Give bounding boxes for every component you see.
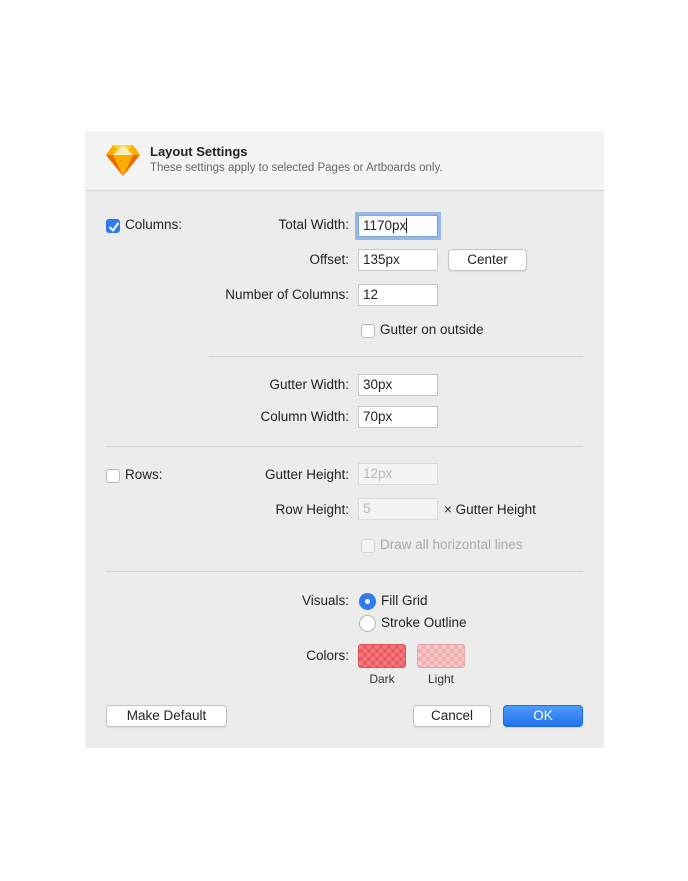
dark-color-label: Dark	[369, 672, 395, 686]
gutter-width-label: Gutter Width:	[269, 377, 349, 392]
gutter-outside-checkbox[interactable]	[361, 324, 375, 338]
row-height-suffix: × Gutter Height	[444, 502, 536, 517]
rows-label: Rows:	[125, 467, 163, 482]
dialog-subtitle: These settings apply to selected Pages o…	[150, 162, 443, 174]
dark-color-swatch[interactable]	[358, 644, 406, 668]
columns-rows-divider	[106, 446, 583, 447]
columns-inner-divider	[209, 356, 583, 357]
cancel-button[interactable]: Cancel	[413, 705, 491, 727]
row-height-field[interactable]: 5	[358, 498, 438, 520]
column-width-label: Column Width:	[260, 409, 349, 424]
columns-label: Columns:	[125, 217, 183, 232]
rows-checkbox[interactable]	[106, 469, 120, 483]
ok-button[interactable]: OK	[503, 705, 583, 727]
draw-lines-checkbox[interactable]	[361, 539, 375, 553]
layout-settings-dialog: Layout Settings These settings apply to …	[85, 131, 604, 748]
dialog-header: Layout Settings These settings apply to …	[85, 131, 604, 191]
offset-field[interactable]: 135px	[358, 249, 438, 271]
make-default-button[interactable]: Make Default	[106, 705, 227, 727]
columns-checkbox[interactable]	[106, 219, 120, 233]
total-width-label: Total Width:	[278, 217, 349, 232]
text-caret	[406, 218, 408, 233]
dialog-title: Layout Settings	[150, 144, 248, 159]
column-width-field[interactable]: 70px	[358, 406, 438, 428]
visuals-label: Visuals:	[301, 593, 349, 608]
stroke-outline-radio[interactable]	[359, 615, 376, 632]
offset-label: Offset:	[309, 252, 349, 267]
colors-label: Colors:	[306, 648, 349, 663]
total-width-field[interactable]: 1170px	[358, 215, 438, 237]
number-of-columns-label: Number of Columns:	[225, 287, 349, 302]
stroke-outline-label: Stroke Outline	[381, 615, 467, 630]
sketch-diamond-icon	[105, 143, 141, 177]
center-button[interactable]: Center	[448, 249, 527, 271]
gutter-outside-label: Gutter on outside	[380, 322, 484, 337]
total-width-value: 1170px	[363, 218, 407, 233]
gutter-height-label: Gutter Height:	[264, 467, 349, 482]
row-height-label: Row Height:	[275, 502, 349, 517]
gutter-width-field[interactable]: 30px	[358, 374, 438, 396]
gutter-height-field[interactable]: 12px	[358, 463, 438, 485]
draw-lines-label: Draw all horizontal lines	[380, 537, 523, 552]
light-color-swatch[interactable]	[417, 644, 465, 668]
light-color-label: Light	[427, 672, 455, 686]
fill-grid-radio[interactable]	[359, 593, 376, 610]
number-of-columns-field[interactable]: 12	[358, 284, 438, 306]
fill-grid-label: Fill Grid	[381, 593, 428, 608]
rows-visuals-divider	[106, 571, 583, 572]
